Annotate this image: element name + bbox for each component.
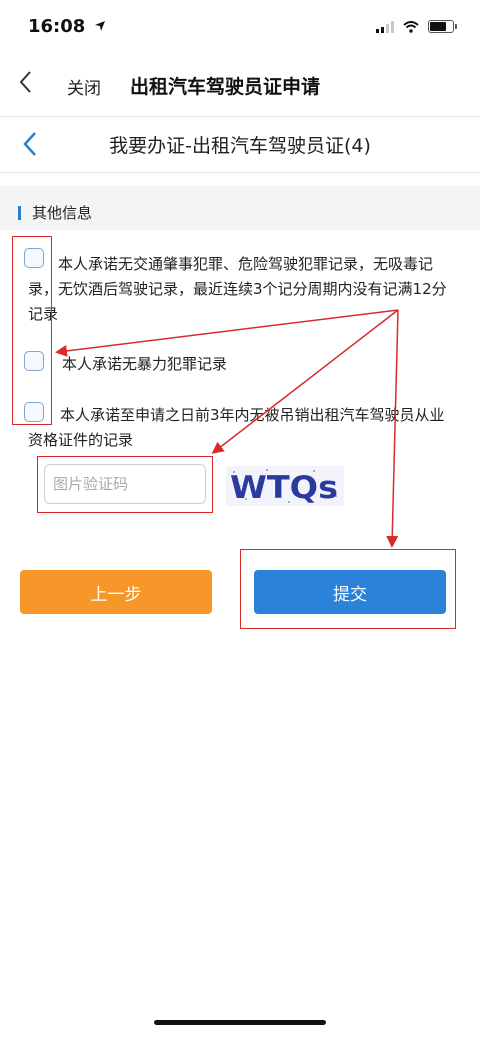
annotation-arrows [55, 309, 399, 548]
home-indicator[interactable] [154, 1020, 326, 1025]
